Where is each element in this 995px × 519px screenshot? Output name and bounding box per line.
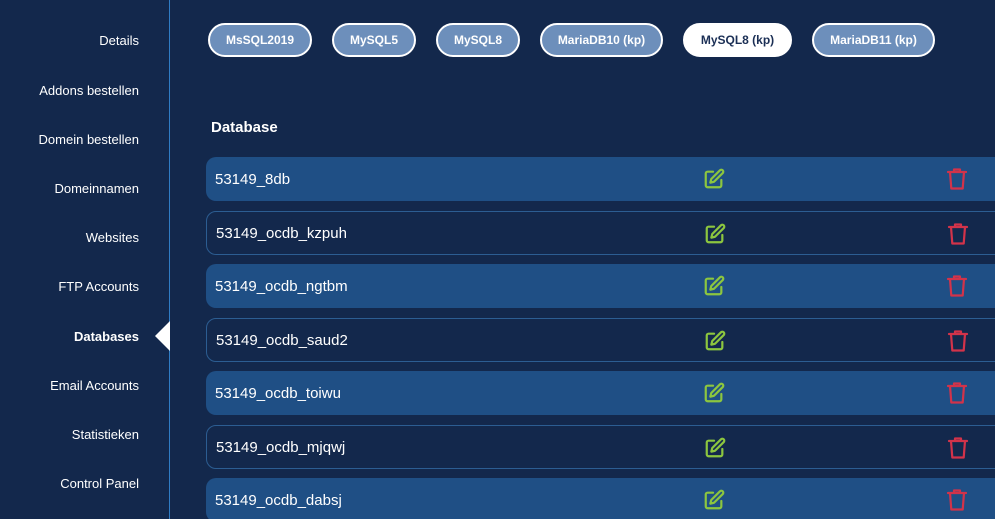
page: Details Addons bestellen Domein bestelle… <box>0 0 995 519</box>
database-row: 53149_ocdb_ngtbm <box>206 264 995 308</box>
trash-icon[interactable] <box>947 436 969 460</box>
edit-icon[interactable] <box>704 330 726 352</box>
tab-mysql5[interactable]: MySQL5 <box>332 23 416 57</box>
database-name: 53149_8db <box>215 170 291 188</box>
database-row: 53149_ocdb_mjqwj <box>206 425 995 469</box>
tab-mssql2019[interactable]: MsSQL2019 <box>208 23 312 57</box>
edit-icon[interactable] <box>703 489 725 511</box>
tab-mysql8-kp[interactable]: MySQL8 (kp) <box>683 23 792 57</box>
trash-icon[interactable] <box>946 167 968 191</box>
edit-icon[interactable] <box>703 382 725 404</box>
database-name: 53149_ocdb_toiwu <box>215 384 341 402</box>
sidebar-item-domeinnamen[interactable]: Domeinnamen <box>54 181 139 196</box>
database-row: 53149_ocdb_dabsj <box>206 478 995 519</box>
database-name: 53149_ocdb_dabsj <box>215 491 342 509</box>
active-indicator-arrow <box>155 321 170 351</box>
sidebar-item-ftp-accounts[interactable]: FTP Accounts <box>58 279 139 294</box>
trash-icon[interactable] <box>946 488 968 512</box>
trash-icon[interactable] <box>946 274 968 298</box>
sidebar-item-details[interactable]: Details <box>99 33 139 48</box>
database-column-header: Database <box>211 119 278 136</box>
sidebar-item-statistieken[interactable]: Statistieken <box>72 427 139 442</box>
database-name: 53149_ocdb_ngtbm <box>215 277 348 295</box>
trash-icon[interactable] <box>946 381 968 405</box>
database-row: 53149_8db <box>206 157 995 201</box>
database-name: 53149_ocdb_mjqwj <box>216 438 346 456</box>
trash-icon[interactable] <box>947 329 969 353</box>
database-name: 53149_ocdb_kzpuh <box>216 224 347 242</box>
sidebar-item-control-panel[interactable]: Control Panel <box>60 476 139 491</box>
database-row: 53149_ocdb_kzpuh <box>206 211 995 255</box>
sidebar-item-databases[interactable]: Databases <box>74 329 139 344</box>
tab-mysql8[interactable]: MySQL8 <box>436 23 520 57</box>
tab-mariadb11-kp[interactable]: MariaDB11 (kp) <box>812 23 935 57</box>
edit-icon[interactable] <box>704 223 726 245</box>
edit-icon[interactable] <box>704 437 726 459</box>
database-row: 53149_ocdb_saud2 <box>206 318 995 362</box>
database-row: 53149_ocdb_toiwu <box>206 371 995 415</box>
trash-icon[interactable] <box>947 222 969 246</box>
database-name: 53149_ocdb_saud2 <box>216 331 348 349</box>
edit-icon[interactable] <box>703 275 725 297</box>
tab-mariadb10-kp[interactable]: MariaDB10 (kp) <box>540 23 663 57</box>
sidebar-item-websites[interactable]: Websites <box>86 230 139 245</box>
sidebar-item-email-accounts[interactable]: Email Accounts <box>50 378 139 393</box>
sidebar-item-domein-bestellen[interactable]: Domein bestellen <box>39 132 139 147</box>
edit-icon[interactable] <box>703 168 725 190</box>
sidebar-item-addons-bestellen[interactable]: Addons bestellen <box>39 83 139 98</box>
sidebar: Details Addons bestellen Domein bestelle… <box>0 0 170 519</box>
